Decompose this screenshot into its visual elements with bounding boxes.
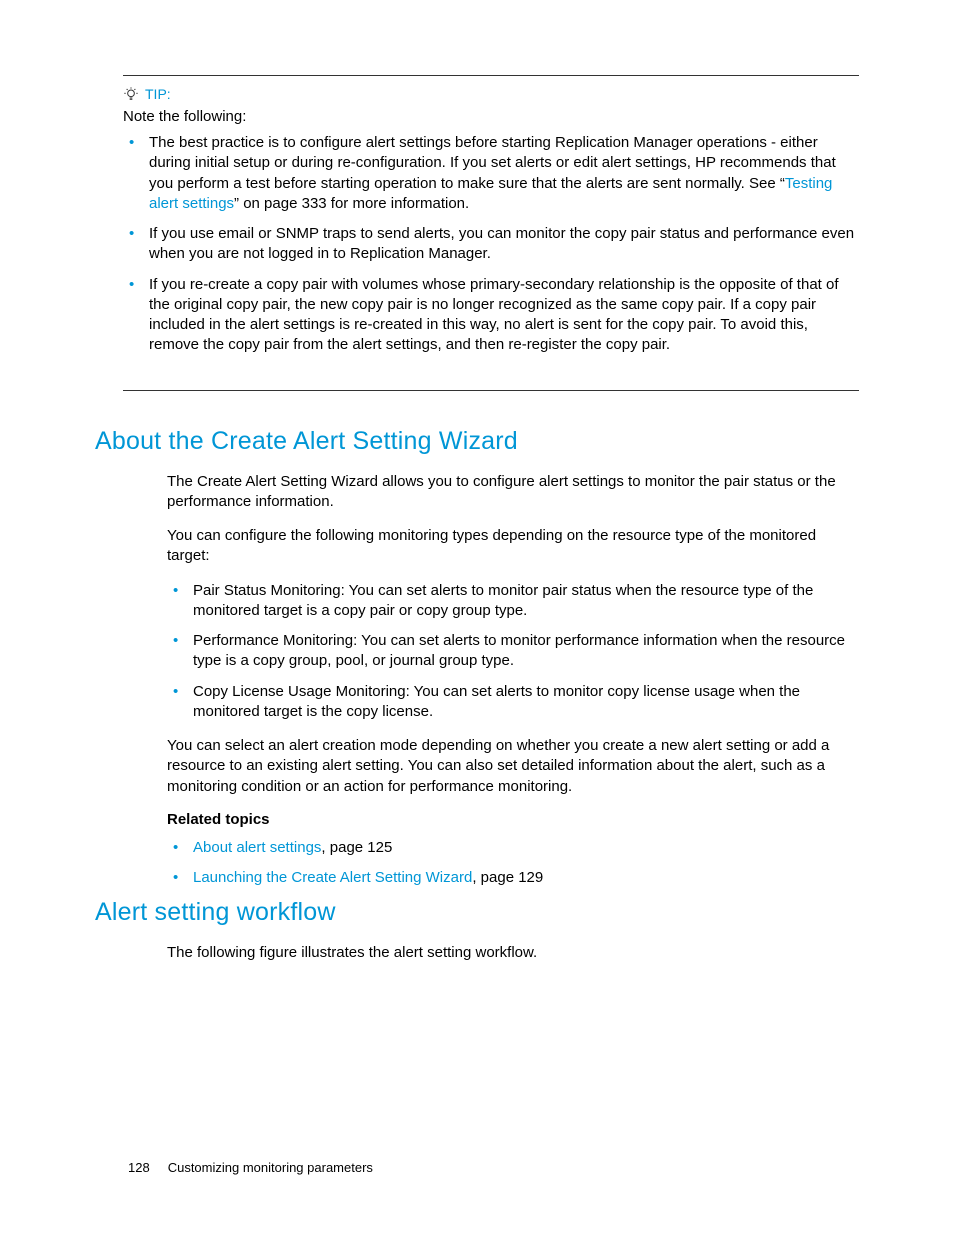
para: You can select an alert creation mode de… [167,736,859,797]
section2-body: The following figure illustrates the ale… [167,943,859,963]
link-launching-wizard[interactable]: Launching the Create Alert Setting Wizar… [193,869,472,886]
list-item: About alert settings, page 125 [193,838,859,858]
related-topics-list: About alert settings, page 125 Launching… [167,838,859,889]
lightbulb-icon [123,86,139,102]
section1-bullets: Pair Status Monitoring: You can set aler… [167,581,859,723]
related-topics-label: Related topics [167,811,859,828]
list-item: Performance Monitoring: You can set aler… [193,631,859,672]
footer-title: Customizing monitoring parameters [168,1160,373,1175]
link-about-alert-settings[interactable]: About alert settings [193,839,321,856]
tip-block: TIP: Note the following: The best practi… [123,75,859,391]
tip-note: Note the following: [123,108,859,125]
link-suffix: , page 125 [321,839,392,856]
list-text: Performance Monitoring: You can set aler… [193,632,845,669]
list-item: Copy License Usage Monitoring: You can s… [193,682,859,723]
page-footer: 128 Customizing monitoring parameters [128,1160,373,1175]
list-item: Pair Status Monitoring: You can set aler… [193,581,859,622]
list-text: If you use email or SNMP traps to send a… [149,225,854,262]
list-text: Copy License Usage Monitoring: You can s… [193,683,800,720]
heading-workflow: Alert setting workflow [95,898,859,927]
tip-bullets: The best practice is to configure alert … [123,133,859,356]
list-item: If you use email or SNMP traps to send a… [149,224,859,265]
tip-label: TIP: [145,86,171,102]
list-item: If you re-create a copy pair with volume… [149,275,859,356]
list-text-pre: The best practice is to configure alert … [149,134,836,192]
list-text-post: ” on page 333 for more information. [234,195,469,212]
list-text: Pair Status Monitoring: You can set aler… [193,582,813,619]
list-item: The best practice is to configure alert … [149,133,859,214]
link-suffix: , page 129 [472,869,543,886]
list-text: If you re-create a copy pair with volume… [149,276,839,354]
para: The following figure illustrates the ale… [167,943,859,963]
page-number: 128 [128,1160,150,1175]
para: The Create Alert Setting Wizard allows y… [167,472,859,513]
para: You can configure the following monitori… [167,526,859,567]
tip-header: TIP: [123,86,859,102]
list-item: Launching the Create Alert Setting Wizar… [193,868,859,888]
heading-about-wizard: About the Create Alert Setting Wizard [95,427,859,456]
section1-body: The Create Alert Setting Wizard allows y… [167,472,859,889]
